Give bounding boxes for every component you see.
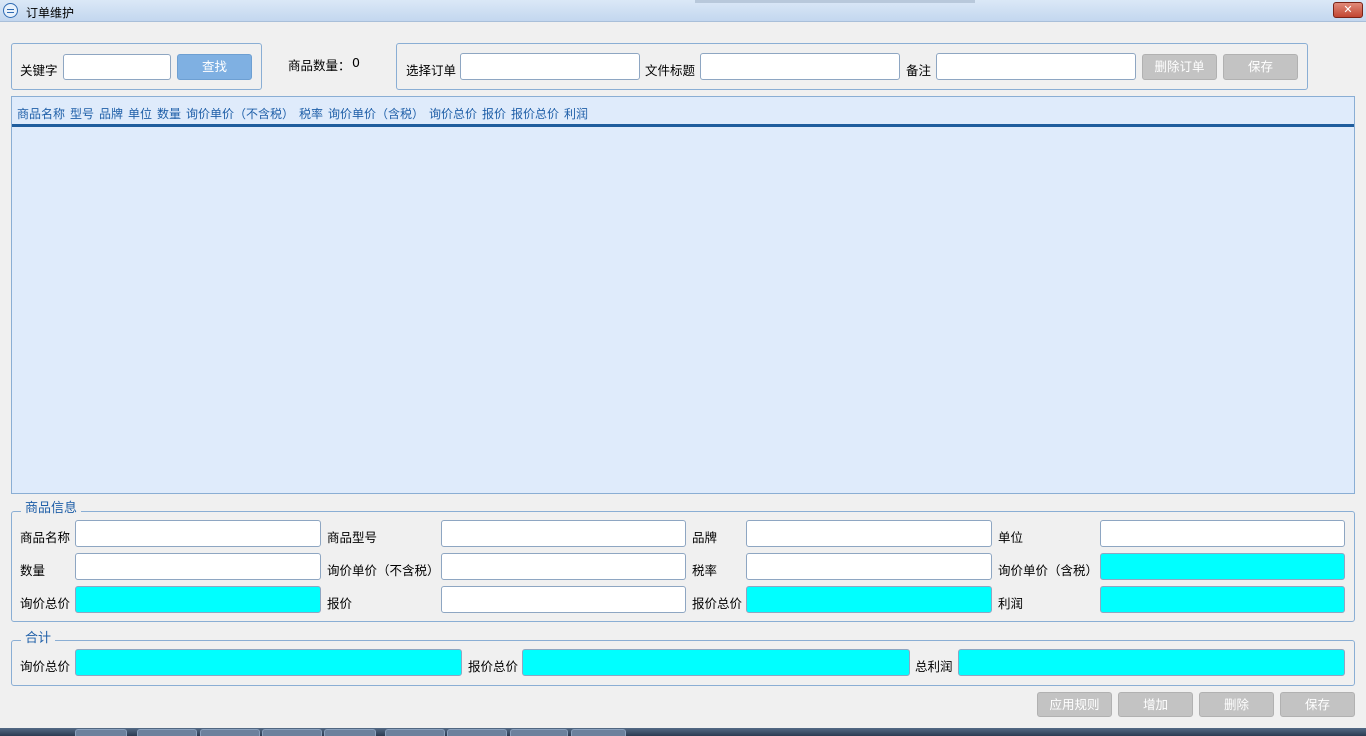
inq-price-tax-field [1100,553,1345,580]
quote-total-field [746,586,992,613]
product-count-value: 0 [352,55,360,70]
profit-label: 利润 [998,596,1024,611]
sum-quote-total-field [522,649,910,676]
inq-price-tax-label: 询价单价（含税） [998,563,1099,578]
col-header-quote-total[interactable]: 报价总价 [511,105,559,122]
name-label: 商品名称 [20,530,71,545]
taskbar-item[interactable] [262,729,322,736]
delete-button[interactable]: 删除 [1199,692,1274,717]
quote-total-label: 报价总价 [692,596,743,611]
select-order-input[interactable] [460,53,640,80]
keyword-label: 关键字 [20,63,58,78]
total-profit-label: 总利润 [915,659,953,674]
name-input[interactable] [75,520,321,547]
taskbar-item[interactable] [447,729,507,736]
unit-input[interactable] [1100,520,1345,547]
profit-field [1100,586,1345,613]
brand-label: 品牌 [692,530,718,545]
model-input[interactable] [441,520,686,547]
taskbar-item[interactable] [571,729,626,736]
close-button[interactable]: ✕ [1333,2,1363,18]
taskbar-item[interactable] [200,729,260,736]
col-header-inq-price-notax[interactable]: 询价单价（不含税） [186,105,294,122]
apply-rules-button[interactable]: 应用规则 [1037,692,1112,717]
select-order-label: 选择订单 [406,63,457,78]
quote-input[interactable] [441,586,686,613]
remark-input[interactable] [936,53,1136,80]
inq-price-notax-input[interactable] [441,553,686,580]
sum-inq-total-field [75,649,462,676]
inq-total-label: 询价总价 [20,596,71,611]
inq-total-field [75,586,321,613]
sum-inq-total-label: 询价总价 [20,659,71,674]
taskbar-item[interactable] [137,729,197,736]
qty-label: 数量 [20,563,46,578]
add-button[interactable]: 增加 [1118,692,1193,717]
title-bar [0,0,1366,22]
product-count-label: 商品数量： [288,58,351,73]
brand-input[interactable] [746,520,992,547]
title-bar-overlay [695,0,975,3]
col-header-unit[interactable]: 单位 [128,105,152,122]
remark-label: 备注 [906,63,932,78]
order-save-button[interactable]: 保存 [1223,54,1298,80]
total-profit-field [958,649,1345,676]
taskbar-item[interactable] [385,729,445,736]
col-header-brand[interactable]: 品牌 [99,105,123,122]
model-label: 商品型号 [327,530,378,545]
product-info-legend: 商品信息 [21,497,82,516]
save-button[interactable]: 保存 [1280,692,1355,717]
col-header-inq-total[interactable]: 询价总价 [429,105,477,122]
qty-input[interactable] [75,553,321,580]
taskbar-item[interactable] [75,729,127,736]
delete-order-button[interactable]: 删除订单 [1142,54,1217,80]
col-header-quote[interactable]: 报价 [482,105,506,122]
col-header-name[interactable]: 商品名称 [17,105,65,122]
taskbar-item[interactable] [510,729,568,736]
window-title: 订单维护 [26,6,75,20]
app-icon [3,3,18,18]
totals-legend: 合计 [21,627,56,646]
col-header-model[interactable]: 型号 [70,105,94,122]
quote-label: 报价 [327,596,353,611]
col-header-inq-price-tax[interactable]: 询价单价（含税） [328,105,424,122]
keyword-input[interactable] [63,54,171,80]
col-header-qty[interactable]: 数量 [157,105,181,122]
grid-header: 商品名称 型号 品牌 单位 数量 询价单价（不含税） 税率 询价单价（含税） 询… [12,97,1354,127]
unit-label: 单位 [998,530,1024,545]
inq-price-notax-label: 询价单价（不含税） [327,563,440,578]
tax-rate-label: 税率 [692,563,718,578]
sum-quote-total-label: 报价总价 [468,659,519,674]
col-header-profit[interactable]: 利润 [564,105,588,122]
tax-rate-input[interactable] [746,553,992,580]
taskbar-item[interactable] [324,729,376,736]
product-grid[interactable]: 商品名称 型号 品牌 单位 数量 询价单价（不含税） 税率 询价单价（含税） 询… [11,96,1355,494]
find-button[interactable]: 查找 [177,54,252,80]
file-title-input[interactable] [700,53,900,80]
col-header-tax-rate[interactable]: 税率 [299,105,323,122]
file-title-label: 文件标题 [645,63,696,78]
